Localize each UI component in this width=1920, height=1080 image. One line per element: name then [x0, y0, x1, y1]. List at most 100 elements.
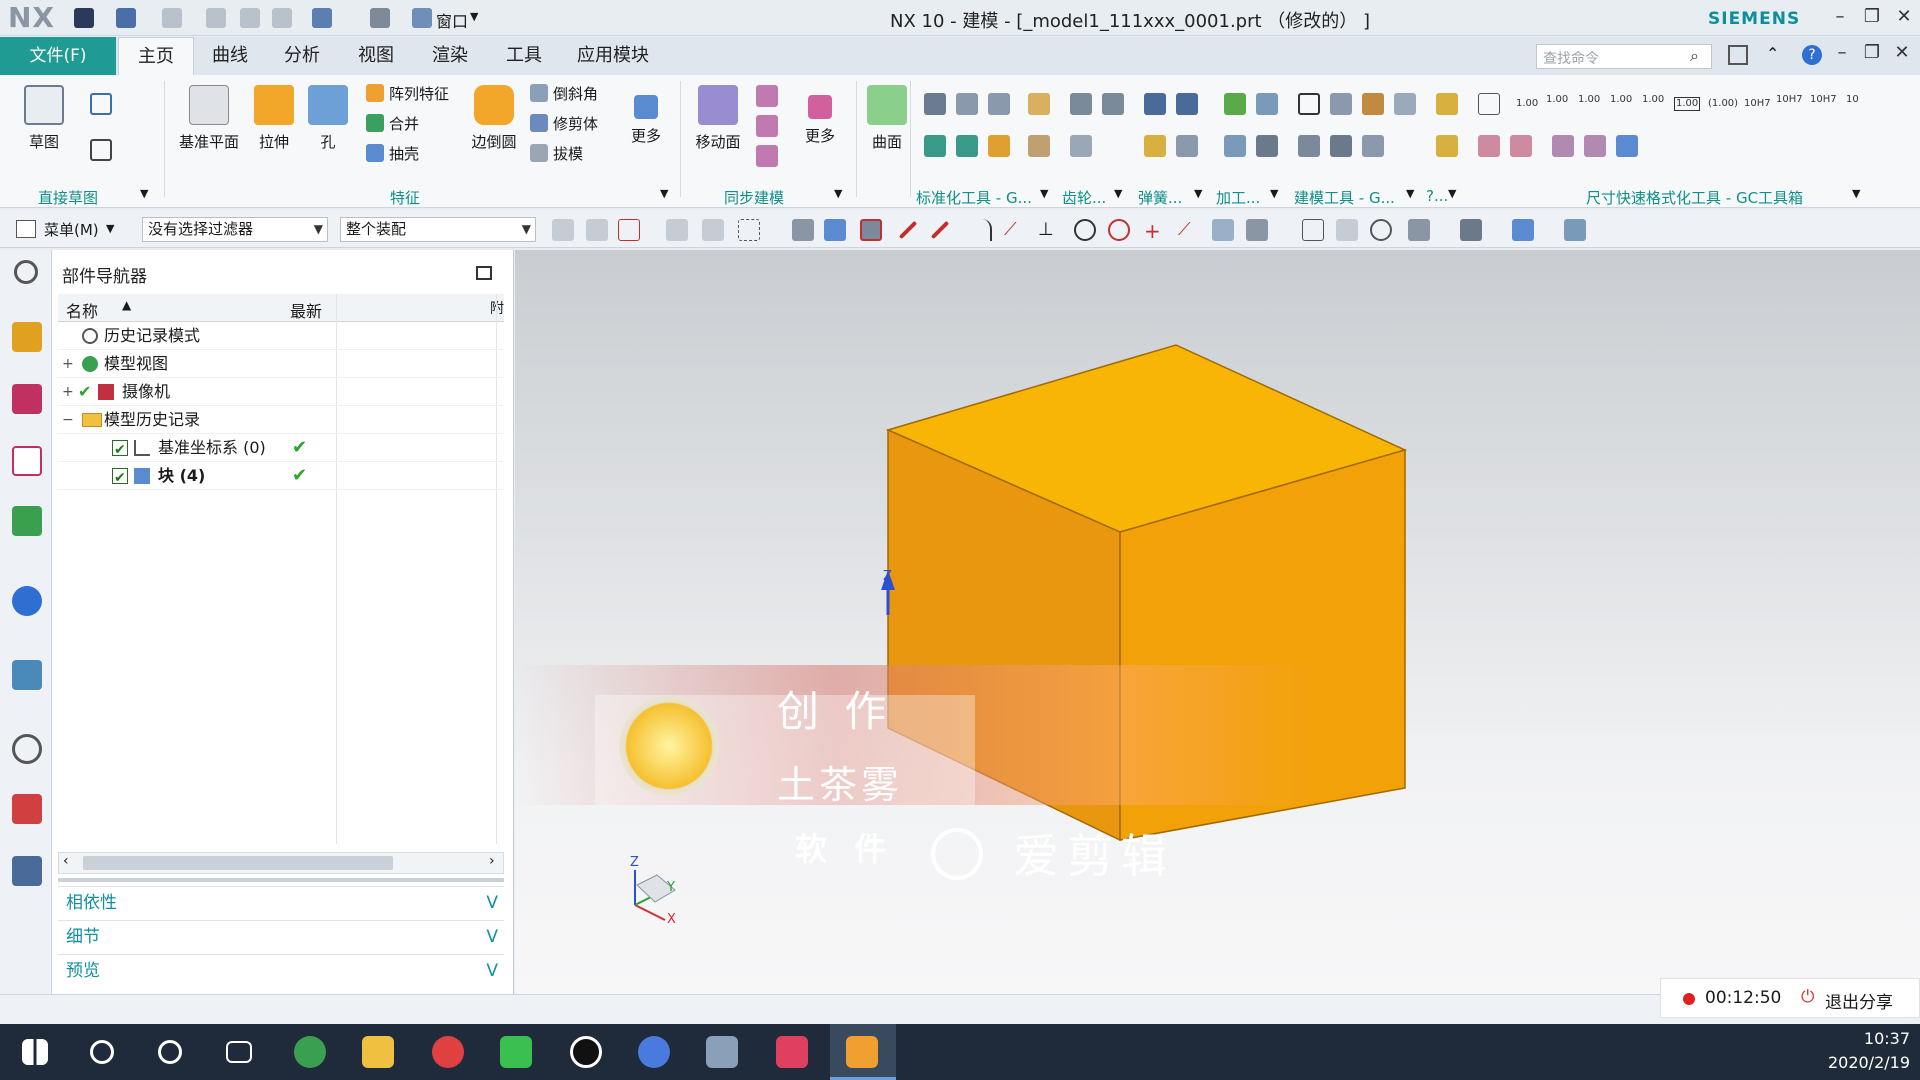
modeling-tool-icon[interactable] — [1298, 135, 1320, 157]
select-icon[interactable] — [618, 219, 640, 241]
minimize-icon[interactable]: – — [1828, 6, 1852, 27]
splitter[interactable] — [58, 878, 504, 882]
sort-up-icon[interactable]: ▲ — [122, 298, 131, 312]
tool-icon[interactable] — [988, 93, 1010, 115]
chevron-down-icon[interactable]: ▼ — [1852, 187, 1860, 200]
modeling-tool-icon[interactable] — [1362, 135, 1384, 157]
sync-icon-3[interactable] — [756, 145, 778, 167]
pattern-feature-button[interactable]: 阵列特征 — [366, 83, 449, 105]
col-latest[interactable]: 最新 — [290, 298, 322, 322]
dim-value[interactable]: 1.00 — [1674, 97, 1701, 111]
cut-icon[interactable] — [206, 8, 226, 28]
assembly-navigator-icon[interactable] — [12, 384, 42, 414]
tree-row-datum-csys[interactable]: 基准坐标系 (0) ✔ — [58, 434, 504, 464]
clock-icon[interactable] — [12, 734, 42, 764]
dim-value[interactable]: 1.00 — [1642, 95, 1664, 105]
restore-icon[interactable]: ❐ — [1860, 6, 1884, 27]
snap-point-icon[interactable] — [860, 219, 882, 241]
tab-render[interactable]: 渲染 — [420, 37, 480, 75]
col-name[interactable]: 名称 — [66, 298, 98, 322]
history-icon[interactable] — [12, 660, 42, 690]
maximize-icon[interactable] — [476, 266, 492, 280]
scroll-right-icon[interactable]: › — [489, 853, 495, 869]
dim-tool-icon[interactable] — [1552, 135, 1574, 157]
tree-row-model-history[interactable]: − 模型历史记录 — [58, 406, 504, 434]
move-face-button[interactable]: 移动面 — [690, 85, 746, 152]
tool-icon[interactable] — [924, 135, 946, 157]
edge-blend-button[interactable]: 边倒圆 — [466, 85, 522, 152]
layout-icon[interactable] — [1408, 219, 1430, 241]
dim-value[interactable]: 1.00 — [1546, 95, 1568, 105]
chevron-down-icon[interactable]: ▼ — [106, 222, 114, 235]
machining-tool-icon[interactable] — [1224, 135, 1246, 157]
gear-tool-icon[interactable] — [1070, 93, 1092, 115]
paint-icon[interactable] — [706, 1036, 738, 1068]
profile-icon[interactable] — [90, 93, 112, 115]
dim-tool-icon[interactable] — [1510, 135, 1532, 157]
cortana-icon[interactable] — [158, 1040, 182, 1064]
misc-tool-icon[interactable] — [1436, 93, 1458, 115]
doc-minimize-icon[interactable]: – — [1830, 42, 1854, 63]
undo-icon[interactable] — [116, 8, 136, 28]
save-icon[interactable] — [74, 8, 94, 28]
copy-icon[interactable] — [240, 8, 260, 28]
chamfer-button[interactable]: 倒斜角 — [530, 83, 598, 105]
expand-icon[interactable]: + — [62, 350, 74, 378]
rotate-icon[interactable] — [1370, 219, 1392, 241]
tool-icon[interactable] — [1028, 135, 1050, 157]
dim-value[interactable]: 10H7 — [1744, 99, 1771, 109]
shell-button[interactable]: 抽壳 — [366, 143, 419, 165]
chevron-down-icon[interactable]: ▼ — [660, 187, 668, 200]
tab-applications[interactable]: 应用模块 — [568, 37, 658, 75]
gear-icon[interactable] — [14, 260, 38, 284]
midpoint-icon[interactable] — [930, 220, 950, 240]
machining-tool-icon[interactable] — [1256, 93, 1278, 115]
visibility-checkbox[interactable] — [112, 436, 128, 464]
app-green-icon[interactable] — [294, 1036, 326, 1068]
view-icon[interactable] — [1212, 219, 1234, 241]
sync-icon-1[interactable] — [756, 85, 778, 107]
doc-restore-icon[interactable]: ❐ — [1860, 42, 1884, 63]
search-icon[interactable] — [90, 1040, 114, 1064]
panel-details[interactable]: 细节 V — [58, 920, 504, 952]
power-icon[interactable]: ⏻ — [1801, 987, 1814, 1007]
solid-icon[interactable] — [792, 219, 814, 241]
plus-icon[interactable]: + — [1144, 219, 1166, 243]
scroll-left-icon[interactable]: ‹ — [63, 853, 69, 869]
tab-view[interactable]: 视图 — [346, 37, 406, 75]
window-icon[interactable] — [412, 8, 432, 28]
datum-plane-button[interactable]: 基准平面 — [176, 85, 242, 152]
web-browser-icon[interactable] — [12, 586, 42, 616]
sync-icon-2[interactable] — [756, 115, 778, 137]
circle-point-icon[interactable] — [1108, 219, 1130, 241]
menu-icon[interactable] — [16, 220, 36, 238]
snap-icon[interactable] — [586, 219, 608, 241]
chevron-down-icon[interactable]: ▼ — [1114, 187, 1122, 200]
recorder-icon[interactable] — [570, 1036, 602, 1068]
dim-value[interactable]: 10H7 — [1776, 95, 1803, 105]
spring-tool-icon[interactable] — [1144, 93, 1166, 115]
panel-dependencies[interactable]: 相依性 V — [58, 886, 504, 918]
chat-icon[interactable] — [776, 1036, 808, 1068]
intersect-icon[interactable]: ⟋ — [1004, 219, 1026, 241]
tree-row-history-mode[interactable]: 历史记录模式 — [58, 322, 504, 350]
collapse-ribbon-icon[interactable]: ⌃ — [1766, 44, 1779, 63]
dim-tool-icon[interactable] — [1616, 135, 1638, 157]
panel-preview[interactable]: 预览 V — [58, 954, 504, 986]
exit-share-button[interactable]: 退出分享 — [1825, 988, 1893, 1013]
constraint-navigator-icon[interactable] — [12, 446, 42, 476]
orient-view-icon[interactable] — [1512, 219, 1534, 241]
search-command-input[interactable]: 查找命令 — [1536, 44, 1712, 69]
chevron-down-icon[interactable]: ▼ — [1270, 187, 1278, 200]
tree-row-model-views[interactable]: + 模型视图 — [58, 350, 504, 378]
spring-tool-icon[interactable] — [1176, 93, 1198, 115]
reuse-library-icon[interactable] — [12, 506, 42, 536]
tab-home[interactable]: 主页 — [118, 37, 194, 75]
dim-value[interactable]: 10 — [1846, 95, 1859, 105]
draft-button[interactable]: 拔模 — [530, 143, 583, 165]
modeling-tool-icon[interactable] — [1362, 93, 1384, 115]
tab-analysis[interactable]: 分析 — [272, 37, 332, 75]
hole-button[interactable]: 孔 — [308, 85, 348, 152]
surface-button[interactable]: 曲面 — [862, 85, 912, 152]
select-icon[interactable] — [666, 219, 688, 241]
